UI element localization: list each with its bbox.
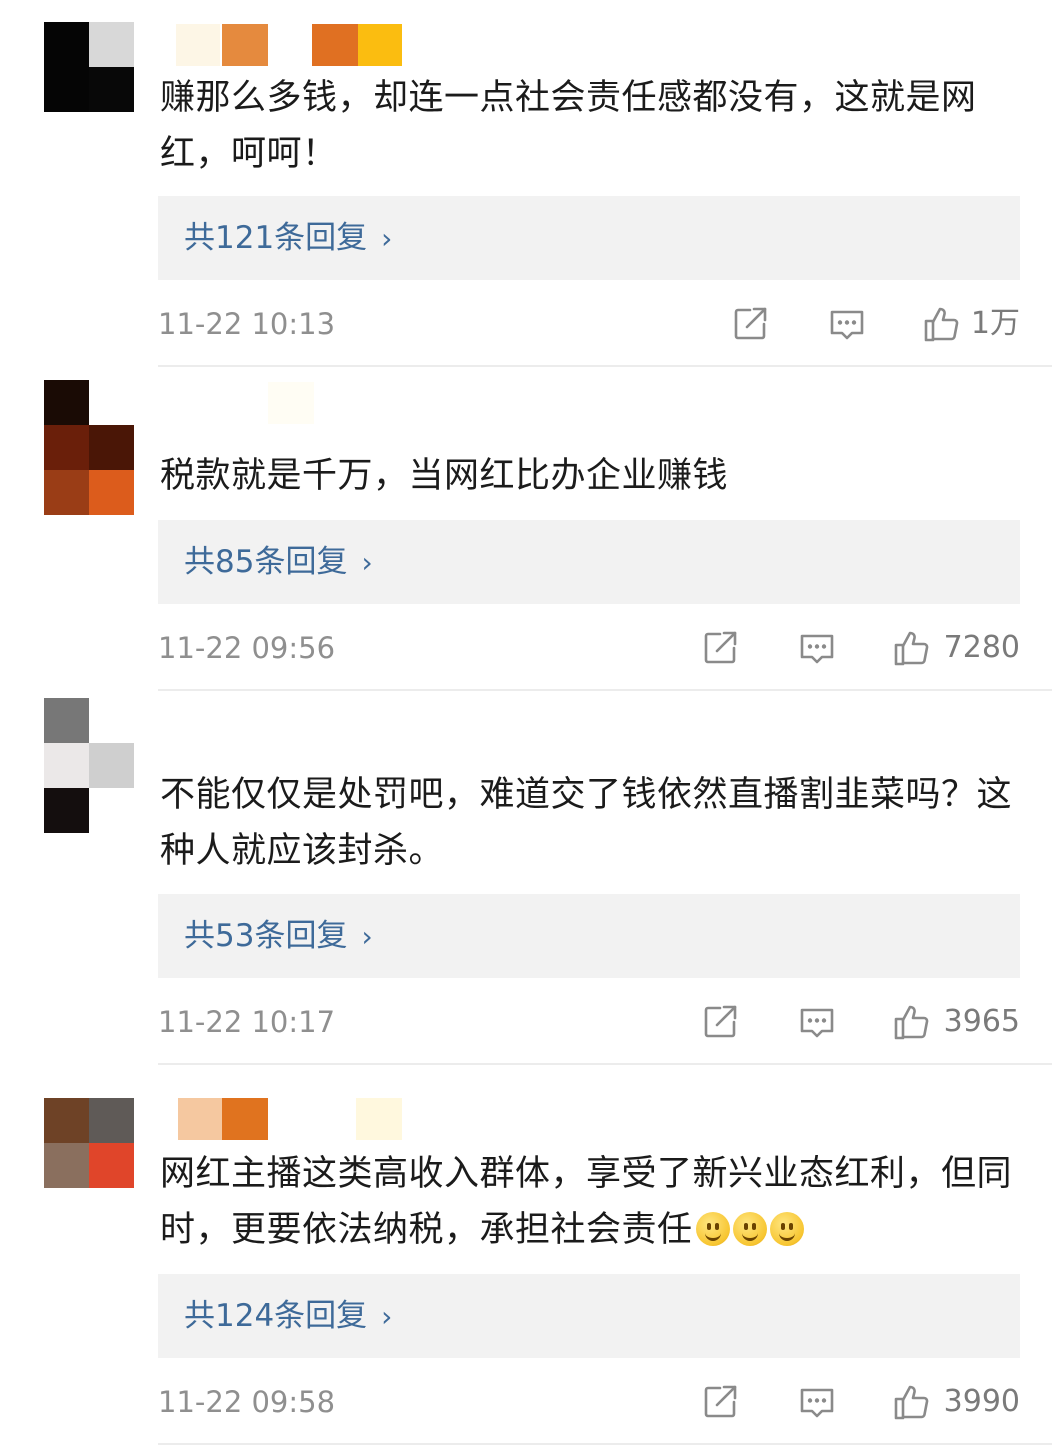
comment-icon[interactable] <box>797 628 837 668</box>
reply-box: 共85条回复 › <box>158 520 1020 604</box>
timestamp: 11-22 10:13 <box>158 307 336 341</box>
avatar[interactable] <box>44 22 134 112</box>
comment-icon[interactable] <box>797 1382 837 1422</box>
smile-emoji-icon <box>769 1212 804 1246</box>
reply-box: 共124条回复 › <box>158 1274 1020 1358</box>
share-icon[interactable] <box>700 1382 740 1422</box>
timestamp: 11-22 09:56 <box>158 631 336 665</box>
avatar[interactable] <box>44 380 134 515</box>
comment-text: 赚那么多钱，却连一点社会责任感都没有，这就是网红，呵呵！ <box>160 78 977 174</box>
smile-emoji-icon <box>732 1212 767 1246</box>
thumbs-up-icon[interactable] <box>892 628 932 668</box>
comment-text: 不能仅仅是处罚吧，难道交了钱依然直播割韭菜吗？这种人就应该封杀。 <box>160 775 1013 871</box>
divider <box>158 1063 1052 1065</box>
view-replies-link[interactable]: 共121条回复 › <box>184 196 392 280</box>
avatar[interactable] <box>44 1098 134 1188</box>
divider <box>158 365 1052 367</box>
like-count[interactable]: 7280 <box>944 626 1020 670</box>
comment-meta: 11-22 10:13 1万 <box>158 302 1020 346</box>
username-pixelated[interactable] <box>176 24 406 66</box>
smile-emoji-icon <box>695 1212 730 1246</box>
divider <box>158 1443 1052 1445</box>
chevron-right-icon: › <box>381 1300 393 1333</box>
reply-box: 共53条回复 › <box>158 894 1020 978</box>
divider <box>158 689 1052 691</box>
reply-count-label: 共85条回复 <box>184 544 348 580</box>
avatar[interactable] <box>44 698 134 833</box>
comment-meta: 11-22 10:17 3965 <box>158 1000 1020 1044</box>
username-pixelated[interactable] <box>178 1098 404 1140</box>
chevron-right-icon: › <box>361 546 373 579</box>
action-bar: 7280 <box>690 626 1020 670</box>
comment-text: 网红主播这类高收入群体，享受了新兴业态红利，但同时，更要依法纳税，承担社会责任 <box>160 1146 1030 1258</box>
timestamp: 11-22 10:17 <box>158 1005 336 1039</box>
timestamp: 11-22 09:58 <box>158 1385 336 1419</box>
action-bar: 3965 <box>690 1000 1020 1044</box>
reply-count-label: 共53条回复 <box>184 918 348 954</box>
like-count[interactable]: 3965 <box>944 1000 1020 1044</box>
comment-meta: 11-22 09:58 3990 <box>158 1380 1020 1424</box>
chevron-right-icon: › <box>381 222 393 255</box>
like-count[interactable]: 1万 <box>971 302 1020 346</box>
view-replies-link[interactable]: 共53条回复 › <box>184 894 373 978</box>
action-bar: 3990 <box>690 1380 1020 1424</box>
comment-icon[interactable] <box>827 304 867 344</box>
view-replies-link[interactable]: 共124条回复 › <box>184 1274 392 1358</box>
share-icon[interactable] <box>700 1002 740 1042</box>
like-count[interactable]: 3990 <box>944 1380 1020 1424</box>
comment-text: 税款就是千万，当网红比办企业赚钱 <box>160 456 729 496</box>
thumbs-up-icon[interactable] <box>922 304 962 344</box>
action-bar: 1万 <box>720 302 1020 346</box>
view-replies-link[interactable]: 共85条回复 › <box>184 520 373 604</box>
reply-count-label: 共121条回复 <box>184 220 368 256</box>
comment-text-body: 网红主播这类高收入群体，享受了新兴业态红利，但同时，更要依法纳税，承担社会责任 <box>160 1154 1013 1250</box>
chevron-right-icon: › <box>361 920 373 953</box>
comment-meta: 11-22 09:56 7280 <box>158 626 1020 670</box>
reply-count-label: 共124条回复 <box>184 1298 368 1334</box>
thumbs-up-icon[interactable] <box>892 1382 932 1422</box>
share-icon[interactable] <box>730 304 770 344</box>
comment-icon[interactable] <box>797 1002 837 1042</box>
thumbs-up-icon[interactable] <box>892 1002 932 1042</box>
reply-box: 共121条回复 › <box>158 196 1020 280</box>
share-icon[interactable] <box>700 628 740 668</box>
username-pixelated[interactable] <box>268 382 316 424</box>
